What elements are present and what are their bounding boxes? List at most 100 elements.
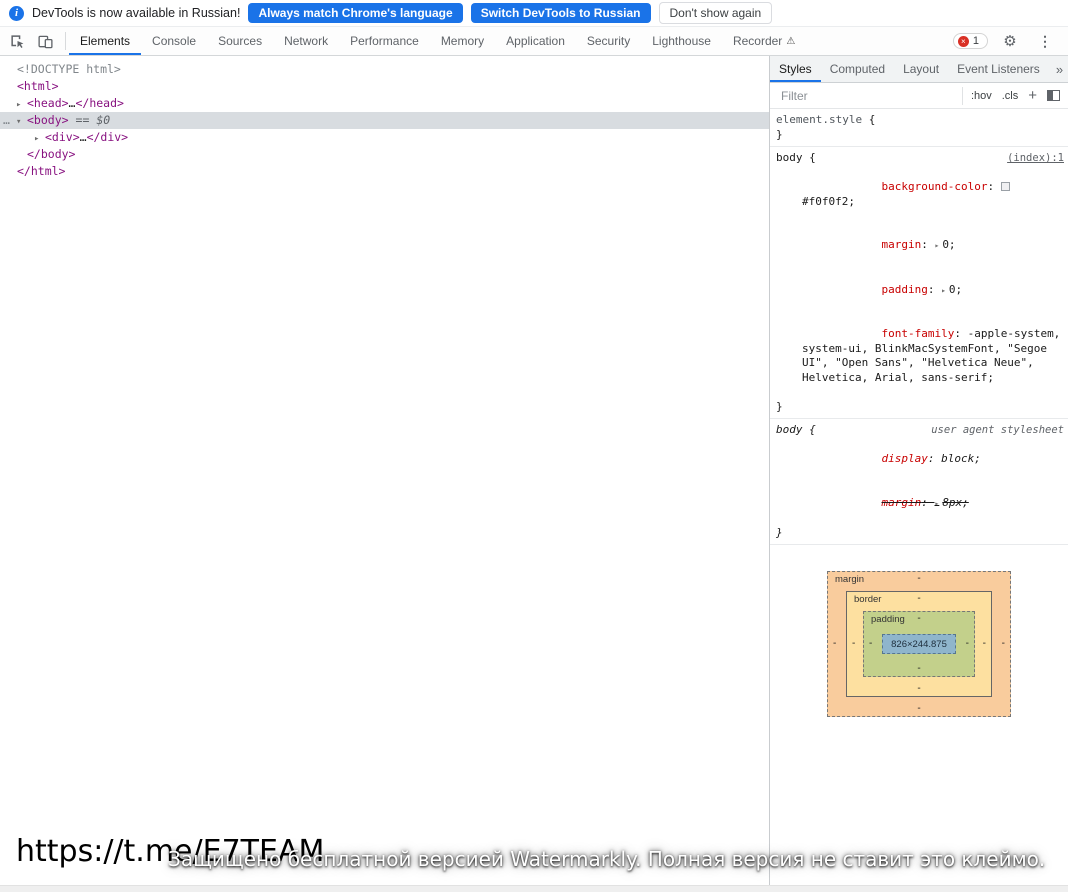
tree-row-doctype[interactable]: <!DOCTYPE html> xyxy=(0,61,769,78)
tab-recorder[interactable]: Recorder ⚠ xyxy=(722,27,806,55)
notification-bar: i DevTools is now available in Russian! … xyxy=(0,0,1068,27)
tab-performance[interactable]: Performance xyxy=(339,27,430,55)
css-property-background-color[interactable]: background-color: #f0f0f2; xyxy=(776,166,1064,224)
padding-label: padding xyxy=(871,614,905,625)
rule-selector[interactable]: body { xyxy=(776,151,816,164)
styles-filter-row: :hov .cls + xyxy=(770,83,1068,109)
tab-overflow-chevron-icon[interactable]: » xyxy=(1049,56,1068,82)
watermark-text: Защищено бесплатной версией Watermarkly.… xyxy=(168,847,1046,871)
tree-row-body-selected[interactable]: … ▾ <body> == $0 xyxy=(0,112,769,129)
css-property-margin[interactable]: margin: ▸ 0; xyxy=(776,224,1064,269)
chevron-right-icon[interactable]: ▸ xyxy=(16,97,27,114)
tree-row-body-close[interactable]: </body> xyxy=(0,146,769,163)
margin-left-value[interactable]: - xyxy=(833,639,836,649)
padding-top-value[interactable]: - xyxy=(917,614,920,624)
elements-panel: <!DOCTYPE html> <html> ▸ <head>…</head> …… xyxy=(0,56,770,892)
tab-lighthouse[interactable]: Lighthouse xyxy=(641,27,722,55)
box-model-border[interactable]: border - - - - padding - - - - 826×244.8… xyxy=(846,591,992,697)
toggle-element-state-button[interactable]: :hov xyxy=(971,90,992,102)
tab-elements[interactable]: Elements xyxy=(69,27,141,55)
head-open-tag: <head> xyxy=(27,96,69,110)
open-brace: { xyxy=(862,113,876,126)
head-close-tag: </head> xyxy=(75,96,124,110)
user-agent-style-rule: user agent stylesheet body { display: bl… xyxy=(770,419,1068,545)
styles-filter-input[interactable] xyxy=(779,87,962,104)
tree-row-html-close[interactable]: </html> xyxy=(0,163,769,180)
box-model-margin[interactable]: margin - - - - border - - - - padding - … xyxy=(827,571,1011,717)
kebab-menu-icon[interactable]: ⋮ xyxy=(1032,29,1058,53)
dollar-zero-marker: == $0 xyxy=(75,113,111,127)
devtools-panes: <!DOCTYPE html> <html> ▸ <head>…</head> …… xyxy=(0,56,1068,892)
margin-label: margin xyxy=(835,574,865,585)
tab-layout[interactable]: Layout xyxy=(894,56,948,82)
tree-row-div[interactable]: ▸ <div>…</div> xyxy=(0,129,769,146)
dont-show-again-button[interactable]: Don't show again xyxy=(658,2,773,24)
color-swatch[interactable] xyxy=(1000,182,1010,191)
css-property-margin-overridden: margin: ▸ 8px; xyxy=(881,495,969,509)
tab-recorder-label: Recorder xyxy=(732,34,783,48)
border-top-value[interactable]: - xyxy=(917,594,920,604)
box-model-padding[interactable]: padding - - - - 826×244.875 xyxy=(863,611,975,677)
close-brace: } xyxy=(776,127,783,141)
close-brace: } xyxy=(776,399,783,413)
border-right-value[interactable]: - xyxy=(983,639,986,649)
horizontal-scrollbar[interactable] xyxy=(0,885,1068,892)
overflow-dots-icon[interactable]: … xyxy=(3,112,10,129)
styles-sidebar: Styles Computed Layout Event Listeners »… xyxy=(770,56,1068,892)
html-close-tag: </html> xyxy=(17,164,66,178)
switch-devtools-russian-button[interactable]: Switch DevTools to Russian xyxy=(470,3,651,23)
always-match-language-button[interactable]: Always match Chrome's language xyxy=(248,3,463,23)
padding-left-value[interactable]: - xyxy=(869,639,872,649)
close-brace: } xyxy=(776,525,783,539)
user-agent-stylesheet-label: user agent stylesheet xyxy=(931,424,1064,436)
rule-selector: body { xyxy=(776,423,816,436)
margin-top-value[interactable]: - xyxy=(917,574,920,584)
element-classes-button[interactable]: .cls xyxy=(1002,90,1019,102)
tab-memory[interactable]: Memory xyxy=(430,27,495,55)
expand-arrow-icon[interactable]: ▸ xyxy=(941,286,946,295)
border-bottom-value[interactable]: - xyxy=(917,684,920,694)
div-open-tag: <div> xyxy=(45,130,80,144)
device-toolbar-icon[interactable] xyxy=(32,29,58,53)
element-style-rule: element.style { } xyxy=(770,109,1068,147)
doctype-text: <!DOCTYPE html> xyxy=(17,62,121,76)
inspect-cursor-icon[interactable] xyxy=(4,29,30,53)
settings-gear-icon[interactable]: ⚙ xyxy=(997,29,1023,53)
padding-right-value[interactable]: - xyxy=(966,639,969,649)
box-model-content-size[interactable]: 826×244.875 xyxy=(882,634,956,654)
chevron-down-icon[interactable]: ▾ xyxy=(16,114,27,131)
toolbar-divider xyxy=(65,32,66,50)
ellipsis: … xyxy=(79,130,87,144)
error-count: 1 xyxy=(972,35,979,47)
new-style-rule-button[interactable]: + xyxy=(1028,88,1037,103)
stylesheet-source-link[interactable]: (index):1 xyxy=(1007,151,1064,166)
margin-right-value[interactable]: - xyxy=(1002,639,1005,649)
styles-tabbar: Styles Computed Layout Event Listeners » xyxy=(770,56,1068,83)
css-property-display: display: block; xyxy=(881,452,981,465)
css-property-font-family[interactable]: font-family: -apple-system, system-ui, B… xyxy=(776,313,1064,400)
box-model-diagram: margin - - - - border - - - - padding - … xyxy=(827,571,1011,717)
border-label: border xyxy=(854,594,882,605)
tab-security[interactable]: Security xyxy=(576,27,641,55)
margin-bottom-value[interactable]: - xyxy=(917,704,920,714)
tab-styles[interactable]: Styles xyxy=(770,56,821,82)
toolbar-left-icons xyxy=(0,27,62,55)
tab-application[interactable]: Application xyxy=(495,27,576,55)
error-count-badge[interactable]: × 1 xyxy=(952,33,988,49)
tab-network[interactable]: Network xyxy=(273,27,339,55)
devtools-toolbar: Elements Console Sources Network Perform… xyxy=(0,27,1068,56)
info-icon: i xyxy=(9,5,24,21)
tab-event-listeners[interactable]: Event Listeners xyxy=(948,56,1049,82)
tree-row-html-open[interactable]: <html> xyxy=(0,78,769,95)
tab-console[interactable]: Console xyxy=(141,27,207,55)
chevron-right-icon[interactable]: ▸ xyxy=(34,131,45,148)
css-property-padding[interactable]: padding: ▸ 0; xyxy=(776,268,1064,313)
tab-computed[interactable]: Computed xyxy=(821,56,894,82)
element-style-selector[interactable]: element.style xyxy=(776,113,862,126)
expand-arrow-icon[interactable]: ▸ xyxy=(934,241,939,250)
border-left-value[interactable]: - xyxy=(852,639,855,649)
tree-row-head[interactable]: ▸ <head>…</head> xyxy=(0,95,769,112)
padding-bottom-value[interactable]: - xyxy=(917,664,920,674)
computed-sidebar-toggle-icon[interactable] xyxy=(1047,90,1060,101)
tab-sources[interactable]: Sources xyxy=(207,27,273,55)
